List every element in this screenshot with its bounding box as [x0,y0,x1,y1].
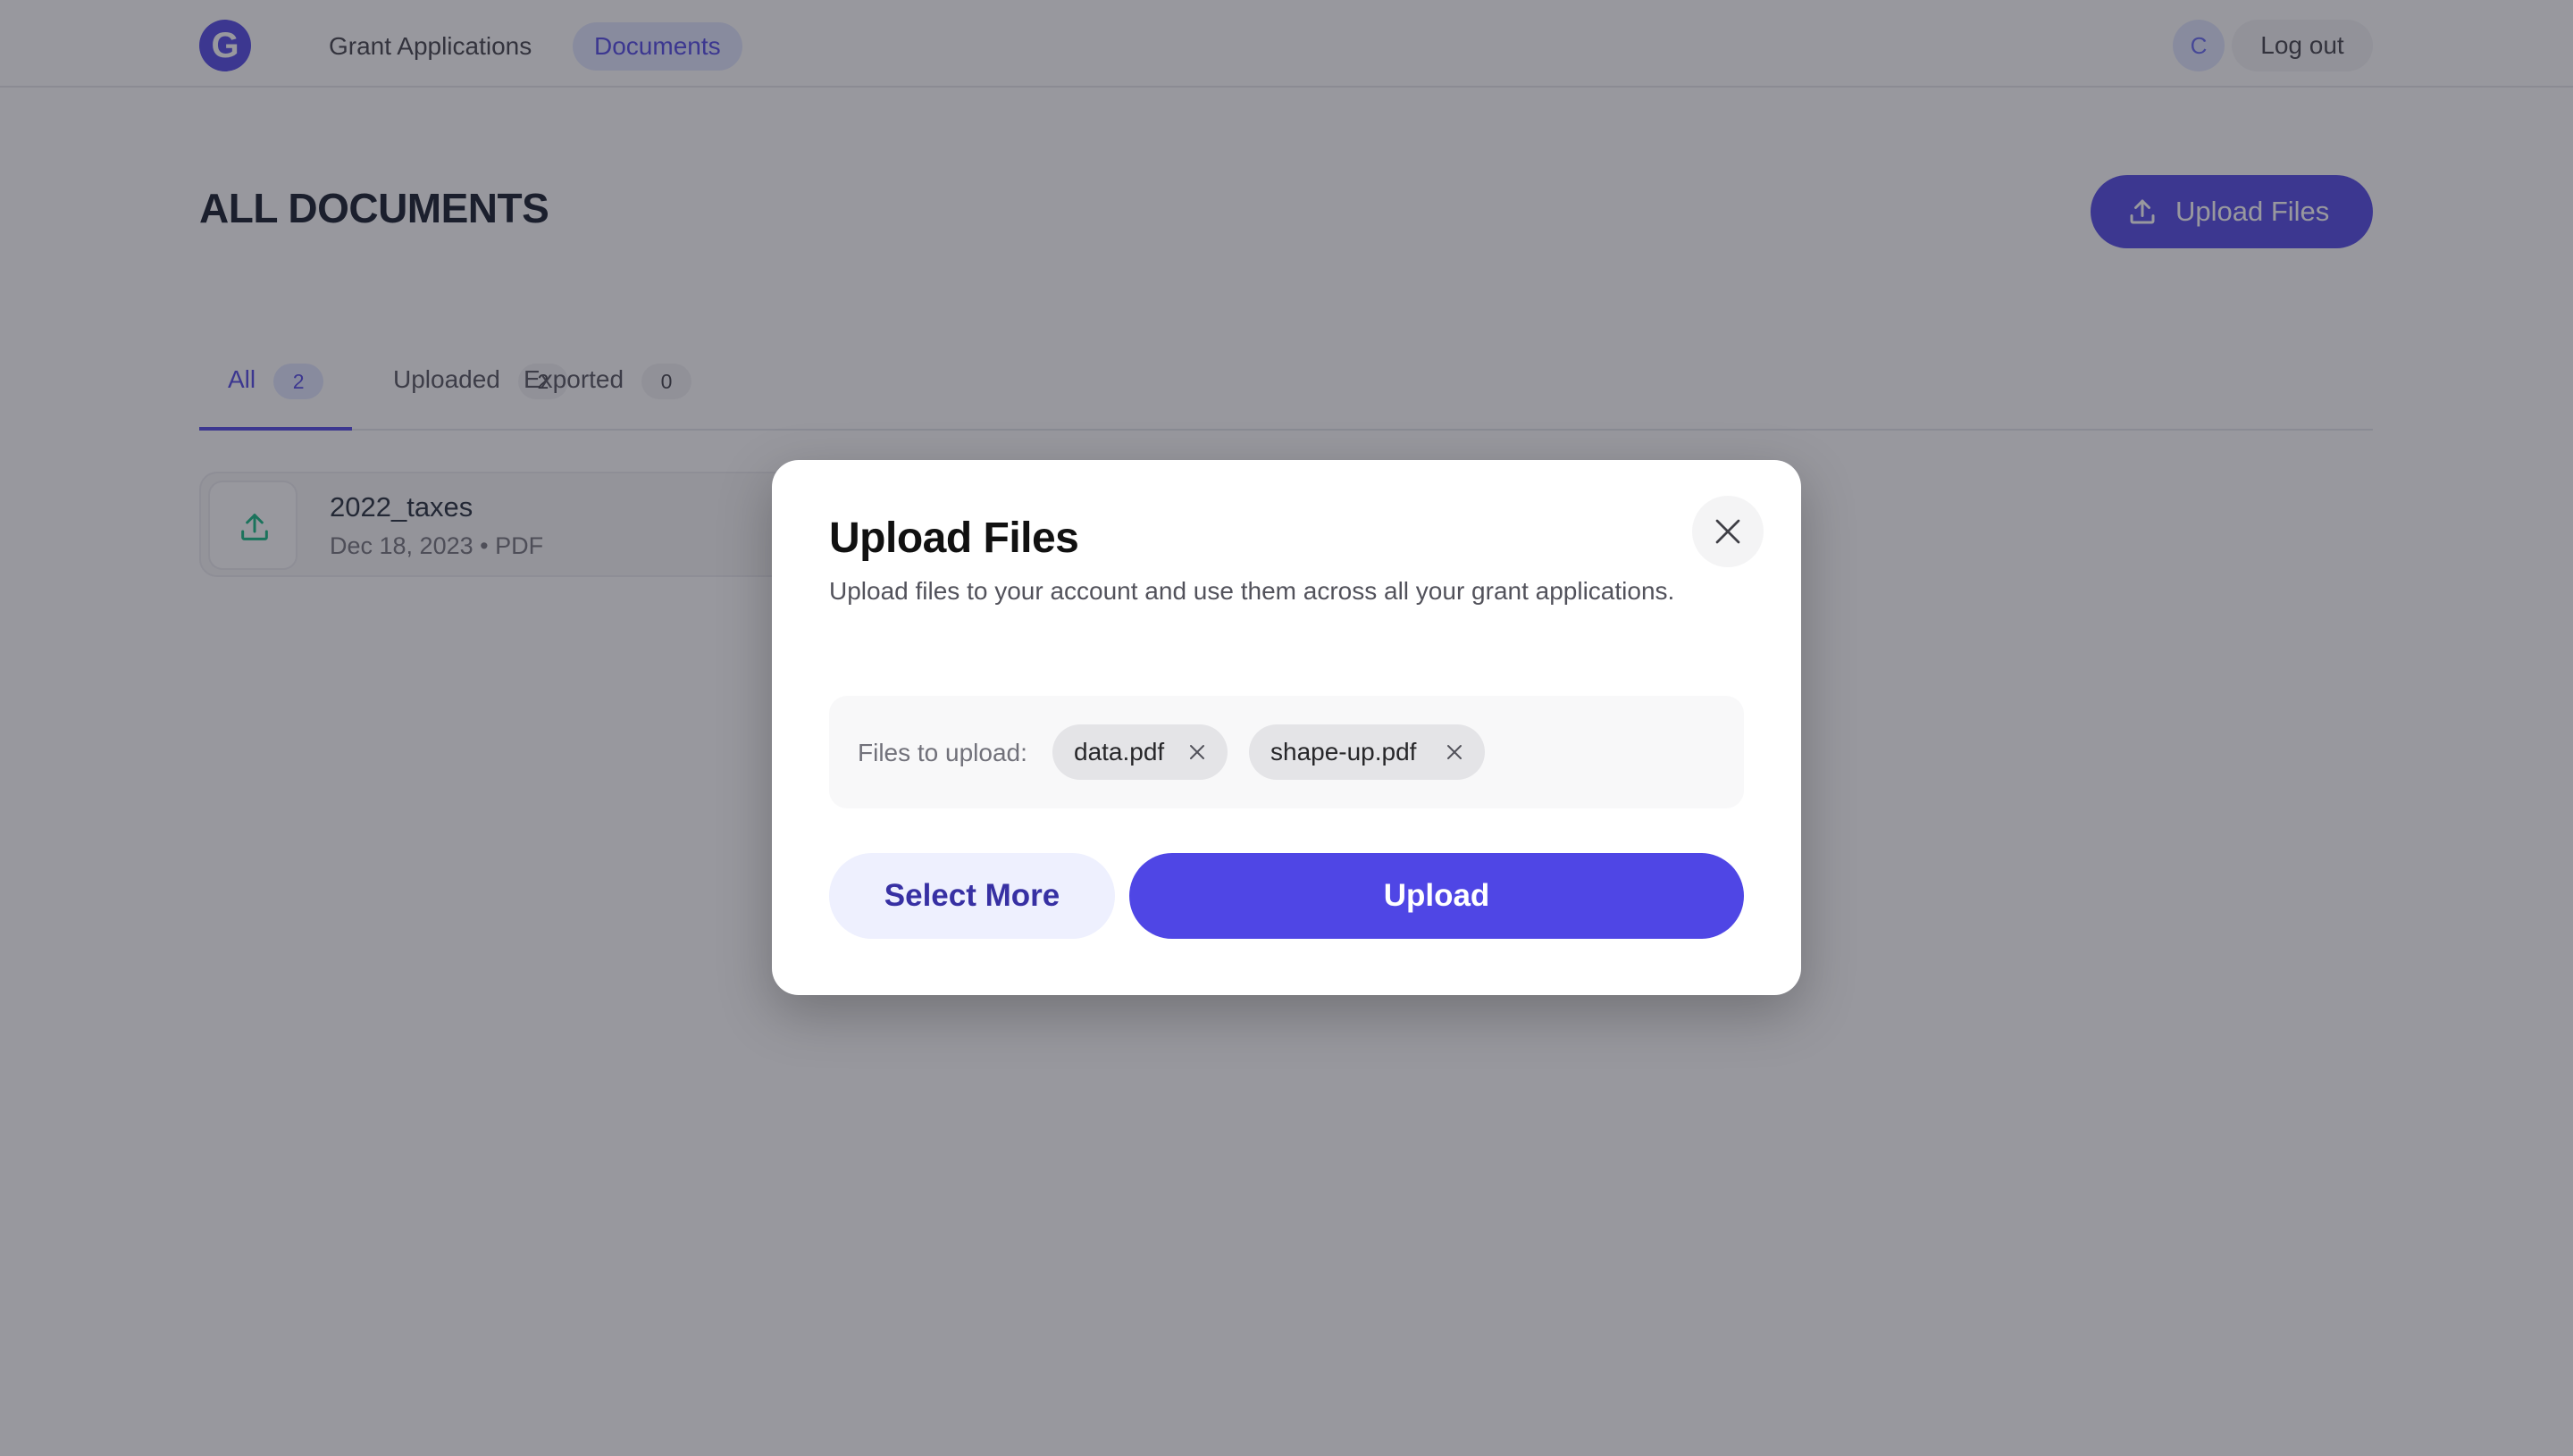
documents-page: G Grant Applications Documents C Log out… [0,0,2573,1456]
files-to-upload-label: Files to upload: [858,739,1027,766]
upload-button[interactable]: Upload [1129,853,1744,939]
remove-file-icon[interactable] [1444,741,1465,763]
select-more-button[interactable]: Select More [829,853,1115,939]
close-icon [1715,519,1740,544]
file-chip-name: shape-up.pdf [1270,738,1417,766]
remove-file-icon[interactable] [1186,741,1208,763]
upload-files-dialog: Upload Files Upload files to your accoun… [772,460,1801,995]
files-to-upload-box: Files to upload: data.pdf shape-up.pdf [829,696,1744,808]
file-chip-name: data.pdf [1074,738,1165,766]
file-chip: shape-up.pdf [1249,724,1485,780]
dialog-description: Upload files to your account and use the… [829,577,1675,605]
close-dialog-button[interactable] [1692,496,1764,567]
file-chip: data.pdf [1052,724,1228,780]
dialog-title: Upload Files [829,515,1079,562]
